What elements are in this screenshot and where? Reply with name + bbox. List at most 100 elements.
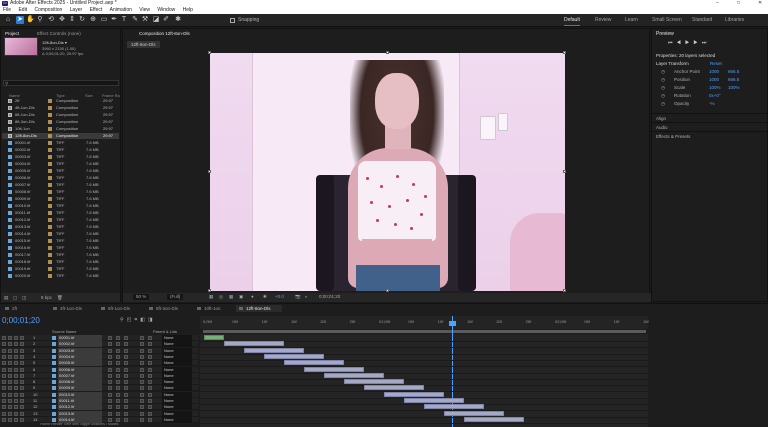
project-item[interactable]: 00012.tif TIFF 7.6 MB (2, 217, 119, 223)
layer-duration-bar[interactable] (264, 353, 324, 359)
layer-duration-bar[interactable] (404, 398, 464, 403)
layer-switch-toggle[interactable] (148, 354, 152, 359)
menu-composition[interactable]: Composition (34, 7, 62, 13)
menu-help[interactable]: Help (183, 7, 193, 13)
menu-view[interactable]: View (139, 7, 150, 13)
region-of-interest-icon[interactable]: ▣ (239, 294, 243, 300)
layer-switch-toggle[interactable] (124, 354, 128, 359)
project-item[interactable]: 00003.tif TIFF 7.6 MB (2, 154, 119, 160)
layer-switch-toggle[interactable] (20, 361, 24, 366)
rectangle-tool-icon[interactable]: ▭ (100, 16, 108, 24)
menu-animation[interactable]: Animation (110, 7, 132, 13)
snapshot-icon[interactable]: 📷 (295, 294, 301, 300)
layer-switch-toggle[interactable] (124, 373, 128, 378)
layer-name[interactable]: 00004.tif (58, 353, 102, 360)
project-search-input[interactable]: ⚲ (3, 80, 119, 86)
parent-link-select[interactable]: None (162, 335, 192, 341)
layer-switch-toggle[interactable] (116, 354, 120, 359)
layer-switch-toggle[interactable] (124, 392, 128, 397)
layer-switch-toggle[interactable] (20, 342, 24, 347)
puppet-tool-icon[interactable]: ✱ (174, 16, 182, 24)
brush-tool-icon[interactable]: ✎ (131, 16, 139, 24)
layer-duration-bar[interactable] (224, 341, 284, 347)
parent-link-select[interactable]: None (162, 410, 192, 417)
layer-switch-toggle[interactable] (2, 348, 6, 353)
layer-switch-toggle[interactable] (8, 392, 12, 397)
tab-effect-controls[interactable]: Effect Controls (none) (37, 31, 81, 36)
layer-switch-toggle[interactable] (108, 405, 112, 410)
viewer-timecode[interactable]: 0;00;01;20 (319, 294, 340, 300)
property-value[interactable]: 1000 (709, 77, 719, 82)
layer-switch-toggle[interactable] (20, 367, 24, 372)
layer-switch-toggle[interactable] (14, 399, 18, 403)
composition-viewer[interactable] (210, 53, 565, 291)
trash-icon[interactable]: 🗑 (57, 295, 63, 301)
layer-switch-toggle[interactable] (14, 373, 18, 378)
layer-row[interactable]: 9 00009.tif None (0, 385, 198, 392)
close-icon[interactable] (53, 307, 57, 310)
label-color-icon[interactable] (48, 253, 52, 257)
work-area-bar[interactable] (203, 330, 646, 333)
channel-icon[interactable]: ● (251, 294, 254, 300)
layer-switch-toggle[interactable] (148, 342, 152, 347)
resolution-select[interactable]: (Full) (167, 294, 184, 300)
layer-duration-bar[interactable] (304, 366, 364, 372)
layer-switch-toggle[interactable] (108, 367, 112, 372)
timeline-tab[interactable]: 10ft-1on (194, 305, 234, 312)
layer-switch-toggle[interactable] (124, 367, 128, 372)
layer-name[interactable]: 00007.tif (58, 372, 102, 379)
project-item[interactable]: 8ft-3on-Dls Composition 29.97 (2, 119, 119, 125)
label-color-icon[interactable] (48, 190, 52, 194)
menu-window[interactable]: Window (157, 7, 175, 13)
layer-switch-toggle[interactable] (116, 373, 120, 378)
layer-switch-toggle[interactable] (8, 411, 12, 416)
label-color-icon[interactable] (48, 225, 52, 229)
layer-switch-toggle[interactable] (116, 336, 120, 340)
layer-switch-toggle[interactable] (108, 342, 112, 347)
layer-switch-toggle[interactable] (108, 392, 112, 397)
tab-composition[interactable]: Composition 12ft-8on-Dls (139, 31, 190, 36)
label-color-icon[interactable] (48, 99, 52, 103)
layer-switch-toggle[interactable] (14, 386, 18, 391)
layer-name[interactable]: 00002.tif (58, 341, 102, 348)
layer-switch-toggle[interactable] (140, 348, 144, 353)
layer-duration-bar[interactable] (324, 372, 384, 378)
type-tool-icon[interactable]: T (120, 16, 128, 24)
parent-link-select[interactable]: None (162, 398, 192, 404)
magnification-select[interactable]: 50 % (133, 294, 150, 300)
transparency-grid-icon[interactable]: ▩ (229, 294, 233, 300)
layer-switch-toggle[interactable] (20, 386, 24, 391)
layer-switch-toggle[interactable] (140, 354, 144, 359)
layer-switch-toggle[interactable] (124, 411, 128, 416)
layer-switch-toggle[interactable] (8, 367, 12, 372)
label-color-icon[interactable] (48, 274, 52, 278)
project-item[interactable]: 00004.tif TIFF 7.6 MB (2, 161, 119, 167)
layer-name[interactable]: 00006.tif (58, 366, 102, 373)
mask-icon[interactable]: ◎ (219, 294, 223, 300)
layer-switch-toggle[interactable] (14, 354, 18, 359)
property-value[interactable]: 666.5 (728, 77, 739, 82)
layer-switch-toggle[interactable] (148, 348, 152, 353)
close-icon[interactable] (101, 307, 105, 310)
layer-name[interactable]: 00013.tif (58, 410, 102, 417)
workspace-review[interactable]: Review (595, 17, 611, 23)
layer-name[interactable]: 00011.tif (58, 398, 102, 404)
layer-switch-toggle[interactable] (108, 411, 112, 416)
layer-row[interactable]: 10 00010.tif None (0, 391, 198, 398)
layer-row[interactable]: 7 00007.tif None (0, 372, 198, 379)
parent-link-select[interactable]: None (162, 379, 192, 386)
transform-handle[interactable] (563, 51, 566, 54)
parent-link-select[interactable]: None (162, 341, 192, 348)
label-color-icon[interactable] (48, 239, 52, 243)
roto-brush-tool-icon[interactable]: ✐ (162, 16, 170, 24)
bit-depth-label[interactable]: 8 bpc (41, 295, 52, 300)
layer-switch-toggle[interactable] (20, 336, 24, 340)
layer-switch-toggle[interactable] (8, 380, 12, 385)
layer-switch-toggle[interactable] (2, 354, 6, 359)
transform-handle[interactable] (563, 289, 566, 292)
layer-name[interactable]: 00003.tif (58, 347, 102, 354)
layer-row[interactable]: 11 00011.tif None (0, 398, 198, 404)
workspace-small-screen[interactable]: Small Screen (652, 17, 682, 23)
layer-switch-toggle[interactable] (116, 342, 120, 347)
grid-icon[interactable]: ▦ (209, 294, 213, 300)
